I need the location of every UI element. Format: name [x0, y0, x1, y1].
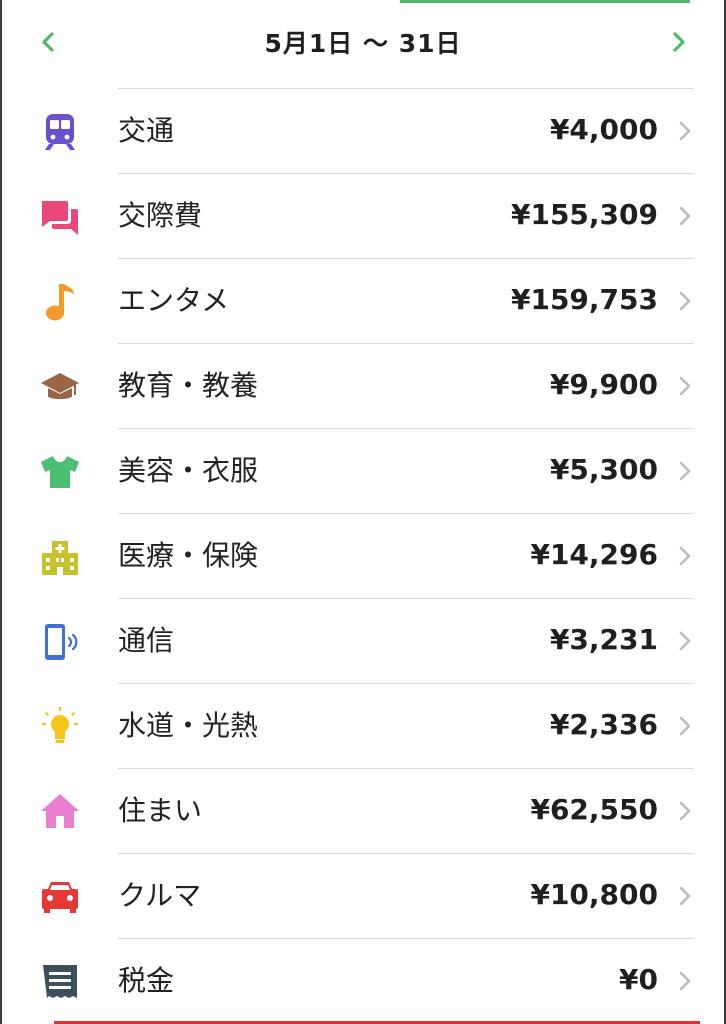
row-divider [118, 853, 694, 854]
category-row-communication[interactable]: 通信 ¥3,231 [0, 598, 726, 683]
chevron-right-icon [676, 884, 694, 908]
next-period-button[interactable] [665, 28, 693, 56]
category-row-tax[interactable]: 税金 ¥0 [0, 938, 726, 1023]
category-row-entertainment[interactable]: エンタメ ¥159,753 [0, 258, 726, 343]
category-row-medical-insurance[interactable]: 医療・保険 ¥14,296 [0, 513, 726, 598]
row-divider [118, 683, 694, 684]
chevron-right-icon [676, 374, 694, 398]
category-label: エンタメ [118, 284, 230, 317]
tshirt-icon [40, 452, 80, 492]
category-amount: ¥2,336 [549, 708, 658, 741]
light-bulb-icon [40, 707, 80, 747]
chevron-right-icon [676, 119, 694, 143]
music-note-icon [40, 282, 80, 322]
hospital-icon [40, 537, 80, 577]
chevron-right-icon [676, 969, 694, 993]
category-row-transport[interactable]: 交通 ¥4,000 [0, 88, 726, 173]
category-amount: ¥0 [619, 963, 658, 996]
period-title: 5月1日 〜 31日 [264, 29, 462, 58]
train-icon [40, 112, 80, 152]
category-amount: ¥14,296 [530, 538, 658, 571]
row-divider [118, 88, 694, 89]
category-label: 住まい [118, 794, 203, 827]
row-divider [118, 258, 694, 259]
category-label: 美容・衣服 [118, 454, 259, 487]
category-row-beauty-clothing[interactable]: 美容・衣服 ¥5,300 [0, 428, 726, 513]
category-amount: ¥155,309 [510, 198, 658, 231]
category-list: 交通 ¥4,000 交際費 ¥155,309 エンタメ ¥159,753 教育・… [0, 88, 726, 1023]
period-header: 5月1日 〜 31日 [0, 0, 726, 86]
category-row-social[interactable]: 交際費 ¥155,309 [0, 173, 726, 258]
chevron-right-icon [676, 714, 694, 738]
car-icon [40, 877, 80, 917]
row-divider [118, 343, 694, 344]
category-amount: ¥5,300 [549, 453, 658, 486]
category-label: 通信 [118, 624, 175, 657]
row-divider [118, 938, 694, 939]
row-divider [118, 598, 694, 599]
graduation-cap-icon [40, 367, 80, 407]
category-label: 教育・教養 [118, 369, 259, 402]
chevron-right-icon [676, 629, 694, 653]
receipt-icon [40, 962, 80, 1002]
category-row-housing[interactable]: 住まい ¥62,550 [0, 768, 726, 853]
row-divider [118, 428, 694, 429]
category-label: 交際費 [118, 199, 203, 232]
house-icon [40, 792, 80, 832]
chevron-right-icon [676, 459, 694, 483]
row-divider [118, 173, 694, 174]
chevron-right-icon [673, 32, 685, 52]
category-label: クルマ [118, 879, 202, 912]
category-label: 税金 [118, 964, 175, 997]
category-amount: ¥9,900 [549, 368, 658, 401]
category-label: 水道・光熱 [118, 709, 259, 742]
category-label: 交通 [118, 114, 175, 147]
category-row-utilities[interactable]: 水道・光熱 ¥2,336 [0, 683, 726, 768]
chat-bubbles-icon [40, 197, 80, 237]
row-divider [118, 513, 694, 514]
chevron-right-icon [676, 289, 694, 313]
category-amount: ¥62,550 [530, 793, 658, 826]
category-row-car[interactable]: クルマ ¥10,800 [0, 853, 726, 938]
smartphone-icon [40, 622, 80, 662]
category-amount: ¥4,000 [549, 113, 658, 146]
category-amount: ¥10,800 [530, 878, 658, 911]
chevron-right-icon [676, 799, 694, 823]
row-divider [118, 768, 694, 769]
category-amount: ¥3,231 [549, 623, 658, 656]
chevron-right-icon [676, 544, 694, 568]
chevron-right-icon [676, 204, 694, 228]
category-row-education[interactable]: 教育・教養 ¥9,900 [0, 343, 726, 428]
category-amount: ¥159,753 [510, 283, 658, 316]
category-label: 医療・保険 [118, 539, 259, 572]
